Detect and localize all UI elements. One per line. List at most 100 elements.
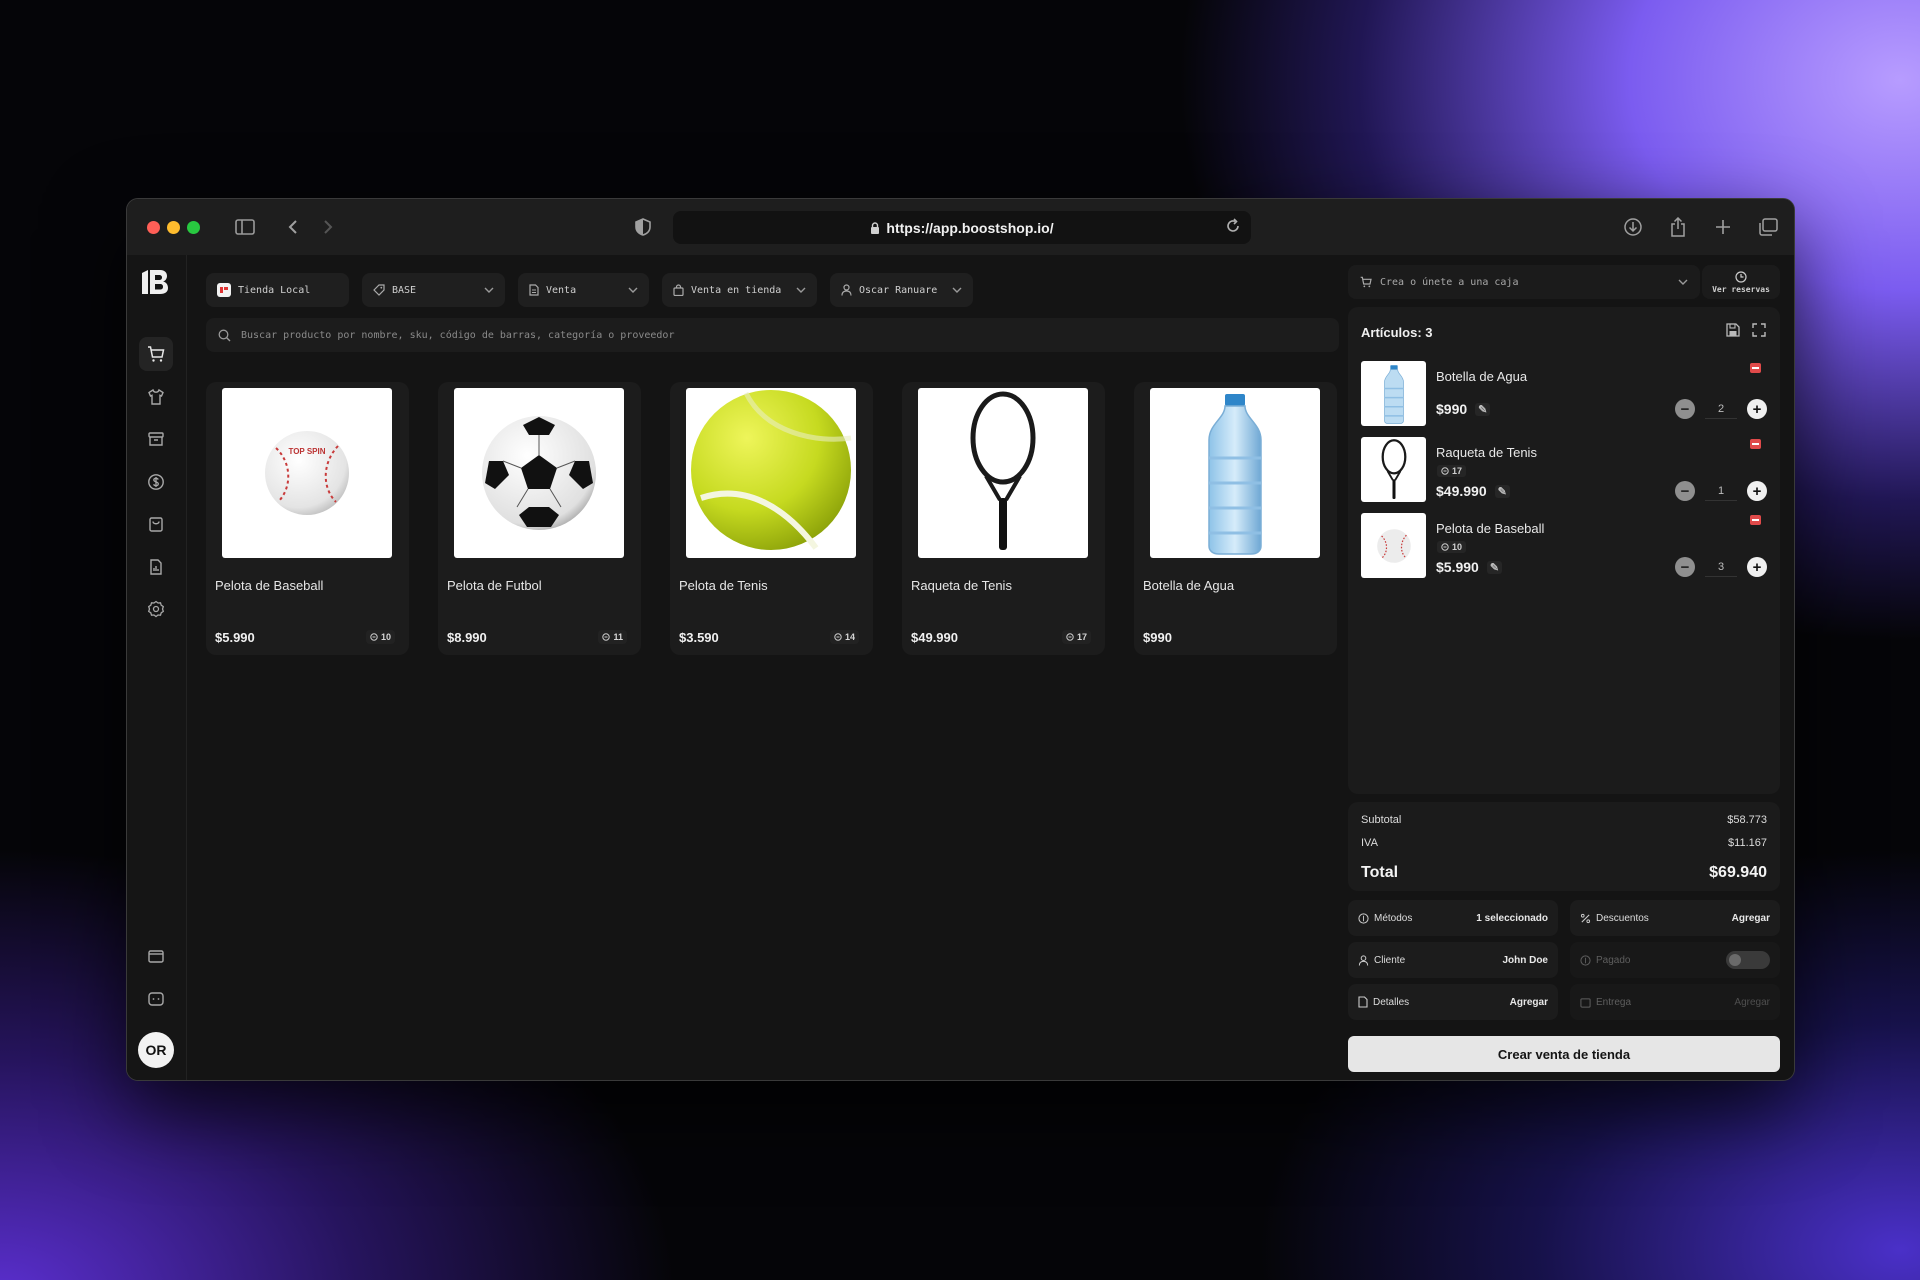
box-icon — [1580, 997, 1591, 1008]
sidebar-products-shirt-icon[interactable] — [139, 380, 173, 414]
sidebar-wallet-icon[interactable] — [139, 939, 173, 973]
bag-icon — [673, 284, 684, 296]
details-button[interactable]: Detalles Agregar — [1348, 984, 1558, 1020]
details-value: Agregar — [1509, 996, 1548, 1008]
cart-item: Botella de Agua $990 ✎ − 2 + — [1361, 361, 1767, 427]
privacy-shield-icon[interactable] — [631, 215, 655, 239]
product-card[interactable]: Raqueta de Tenis $49.990 17 — [902, 382, 1105, 655]
methods-value: 1 seleccionado — [1476, 912, 1548, 924]
clock-icon — [1735, 270, 1747, 283]
product-name: Raqueta de Tenis — [911, 578, 1012, 593]
share-icon[interactable] — [1666, 215, 1690, 239]
stock-count: 17 — [1076, 632, 1087, 642]
decrease-qty-button[interactable]: − — [1675, 481, 1695, 501]
forward-icon[interactable] — [316, 215, 340, 239]
quantity-value[interactable]: 1 — [1705, 481, 1737, 501]
chevron-down-icon — [484, 287, 494, 293]
decrease-qty-button[interactable]: − — [1675, 557, 1695, 577]
create-sale-button[interactable]: Crear venta de tienda — [1348, 1036, 1780, 1072]
tennis-racket-image — [1361, 437, 1426, 502]
increase-qty-button[interactable]: + — [1747, 399, 1767, 419]
seller-selector[interactable]: Oscar Ranuare — [830, 273, 973, 307]
product-name: Pelota de Baseball — [215, 578, 324, 593]
water-bottle-image — [1361, 361, 1426, 426]
product-price: $990 — [1143, 630, 1172, 645]
stock-count: 10 — [380, 632, 391, 642]
total-label: Total — [1361, 864, 1399, 881]
stock-count: 10 — [1452, 542, 1463, 552]
browser-toolbar: https://app.boostshop.io/ — [127, 199, 1794, 255]
decrease-qty-button[interactable]: − — [1675, 399, 1695, 419]
remove-item-button[interactable] — [1750, 439, 1761, 449]
sidebar-inventory-archive-icon[interactable] — [139, 422, 173, 456]
search-icon — [218, 329, 231, 342]
dollar-icon — [1580, 954, 1591, 966]
cart-icon — [1360, 276, 1372, 288]
quantity-value[interactable]: 2 — [1705, 399, 1737, 419]
payment-methods-button[interactable]: Métodos 1 seleccionado — [1348, 900, 1558, 936]
discounts-button[interactable]: Descuentos Agregar — [1570, 900, 1780, 936]
boostshop-logo[interactable] — [141, 269, 169, 295]
chevron-down-icon — [1678, 279, 1688, 285]
save-icon[interactable] — [1726, 323, 1740, 337]
sidebar-reports-chart-icon[interactable] — [139, 550, 173, 584]
stock-count: 14 — [844, 632, 855, 642]
client-button[interactable]: Cliente John Doe — [1348, 942, 1558, 978]
sidebar-chat-icon[interactable] — [139, 982, 173, 1016]
sidebar-orders-bag-icon[interactable] — [139, 507, 173, 541]
product-card[interactable]: Botella de Agua $990 — [1134, 382, 1337, 655]
cart-item: Raqueta de Tenis 17 $49.990 ✎ − 1 + — [1361, 437, 1767, 503]
address-bar[interactable]: https://app.boostshop.io/ — [673, 211, 1251, 244]
subtotal-row: Subtotal $58.773 — [1361, 814, 1767, 826]
box-icon — [1066, 633, 1074, 641]
product-price: $49.990 — [911, 630, 958, 645]
register-selector[interactable]: Crea o únete a una caja — [1348, 265, 1700, 299]
user-avatar[interactable]: OR — [138, 1032, 174, 1068]
remove-item-button[interactable] — [1750, 363, 1761, 373]
product-price: $3.590 — [679, 630, 719, 645]
store-label: Tienda Local — [238, 284, 311, 296]
subtotal-value: $58.773 — [1727, 814, 1767, 826]
tab-overview-icon[interactable] — [1756, 215, 1780, 239]
product-name: Botella de Agua — [1143, 578, 1235, 593]
expand-icon[interactable] — [1752, 323, 1766, 337]
baseball-image — [1361, 513, 1426, 578]
edit-price-icon[interactable]: ✎ — [1486, 560, 1503, 574]
stock-badge: 17 — [1061, 630, 1091, 644]
discounts-value: Agregar — [1731, 912, 1770, 924]
back-icon[interactable] — [281, 215, 305, 239]
document-type-selector[interactable]: Venta — [518, 273, 649, 307]
reservations-button[interactable]: Ver reservas — [1702, 265, 1780, 299]
user-icon — [1358, 954, 1369, 966]
store-selector[interactable]: Tienda Local — [206, 273, 349, 307]
increase-qty-button[interactable]: + — [1747, 481, 1767, 501]
product-card[interactable]: Pelota de Futbol $8.990 11 — [438, 382, 641, 655]
cart-title: Artículos: 3 — [1361, 325, 1433, 340]
close-window-button[interactable] — [147, 221, 160, 234]
quantity-value[interactable]: 3 — [1705, 557, 1737, 577]
edit-price-icon[interactable]: ✎ — [1494, 484, 1510, 498]
box-icon — [602, 633, 611, 641]
sidebar-sales-cart-icon[interactable] — [139, 337, 173, 371]
product-search-input[interactable]: Buscar producto por nombre, sku, código … — [206, 318, 1339, 352]
remove-item-button[interactable] — [1750, 515, 1761, 525]
store-logo-icon — [217, 283, 231, 297]
product-card[interactable]: TOP SPIN Pelota de Baseball $5.990 10 — [206, 382, 409, 655]
sale-mode-selector[interactable]: Venta en tienda — [662, 273, 817, 307]
sidebar-settings-gear-icon[interactable] — [139, 592, 173, 626]
paid-toggle[interactable] — [1726, 951, 1770, 969]
product-card[interactable]: Pelota de Tenis $3.590 14 — [670, 382, 873, 655]
svg-text:TOP SPIN: TOP SPIN — [288, 447, 325, 456]
new-tab-icon[interactable] — [1711, 215, 1735, 239]
delivery-label: Entrega — [1596, 996, 1632, 1008]
sidebar-toggle-icon[interactable] — [233, 215, 257, 239]
price-list-selector[interactable]: BASE — [362, 273, 505, 307]
minimize-window-button[interactable] — [167, 221, 180, 234]
maximize-window-button[interactable] — [187, 221, 200, 234]
edit-price-icon[interactable]: ✎ — [1475, 402, 1491, 416]
downloads-icon[interactable] — [1621, 215, 1645, 239]
product-name: Pelota de Tenis — [679, 578, 768, 593]
sidebar-finance-dollar-icon[interactable] — [139, 465, 173, 499]
reload-icon[interactable] — [1225, 218, 1241, 234]
increase-qty-button[interactable]: + — [1747, 557, 1767, 577]
